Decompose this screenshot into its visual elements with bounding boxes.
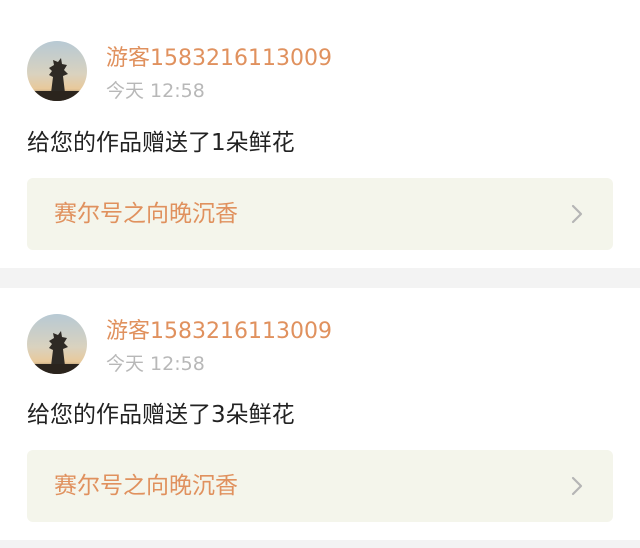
work-title: 赛尔号之向晚沉香 — [54, 473, 238, 499]
timestamp: 今天 12:58 — [106, 80, 205, 102]
chevron-right-icon — [571, 476, 583, 496]
avatar-image — [27, 41, 87, 101]
work-title: 赛尔号之向晚沉香 — [54, 201, 238, 227]
username[interactable]: 游客1583216113009 — [106, 318, 332, 346]
chevron-right-icon — [571, 204, 583, 224]
notification-message: 给您的作品赠送了3朵鲜花 — [27, 402, 295, 428]
work-link[interactable]: 赛尔号之向晚沉香 — [27, 178, 613, 250]
notification-card: 游客1583216113009 今天 12:58 给您的作品赠送了3朵鲜花 赛尔… — [0, 288, 640, 540]
username[interactable]: 游客1583216113009 — [106, 45, 332, 73]
timestamp: 今天 12:58 — [106, 353, 205, 375]
work-link[interactable]: 赛尔号之向晚沉香 — [27, 450, 613, 522]
avatar[interactable] — [27, 41, 87, 101]
notification-message: 给您的作品赠送了1朵鲜花 — [27, 130, 295, 156]
notification-feed: 游客1583216113009 今天 12:58 给您的作品赠送了1朵鲜花 赛尔… — [0, 0, 640, 548]
avatar-image — [27, 314, 87, 374]
notification-card: 游客1583216113009 今天 12:58 给您的作品赠送了1朵鲜花 赛尔… — [0, 0, 640, 268]
avatar[interactable] — [27, 314, 87, 374]
